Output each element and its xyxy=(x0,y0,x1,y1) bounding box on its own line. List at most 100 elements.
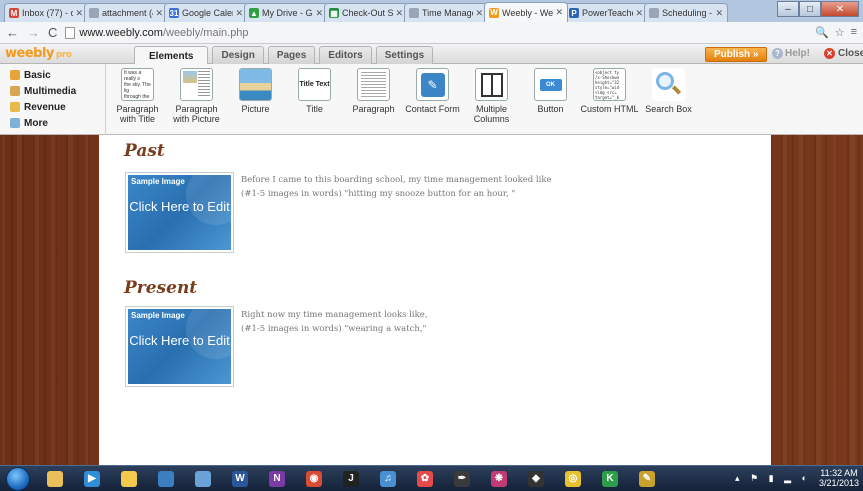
document-icon xyxy=(649,8,659,18)
tab-design[interactable]: Design xyxy=(212,46,264,64)
taskbar-app[interactable]: N xyxy=(260,468,294,490)
powerteacher-icon: P xyxy=(569,8,579,18)
tab-close-icon[interactable]: ✕ xyxy=(635,8,643,19)
itunes-icon: ♫ xyxy=(380,470,396,487)
tab-close-icon[interactable]: ✕ xyxy=(475,8,483,19)
element-button[interactable]: OK Button xyxy=(521,68,580,124)
taskbar-app[interactable]: ◉ xyxy=(297,468,331,490)
browser-tab[interactable]: ▦Check-Out She✕ xyxy=(324,3,408,22)
taskbar-app[interactable]: ✿ xyxy=(408,468,442,490)
tab-close-icon[interactable]: ✕ xyxy=(315,8,323,19)
paragraph-present[interactable]: Right now my time management looks like,… xyxy=(241,308,621,336)
tab-close-icon[interactable]: ✕ xyxy=(555,7,563,18)
paragraph-picture-icon xyxy=(180,68,213,101)
paragraph-icon xyxy=(357,68,390,101)
tab-close-icon[interactable]: ✕ xyxy=(155,8,163,19)
sample-image-past[interactable]: Sample Image Click Here to Edit xyxy=(125,172,234,253)
tab-close-icon[interactable]: ✕ xyxy=(75,8,83,19)
section-heading-past[interactable]: Past xyxy=(124,141,165,161)
pattern-icon: ❋ xyxy=(491,470,507,487)
back-icon[interactable]: ← xyxy=(6,25,19,40)
browser-tab[interactable]: 31Google Calend✕ xyxy=(164,3,248,22)
taskbar-app[interactable]: J xyxy=(334,468,368,490)
browser-tab[interactable]: ▲My Drive - Goo✕ xyxy=(244,3,328,22)
menu-icon[interactable]: ≡ xyxy=(851,26,857,39)
browser-tab[interactable]: MInbox (77) - cc✕ xyxy=(4,3,88,22)
taskbar-app[interactable]: ◆ xyxy=(519,468,553,490)
browser-tab[interactable]: PPowerTeacher✕ xyxy=(564,3,648,22)
category-revenue[interactable]: Revenue xyxy=(0,99,105,115)
element-label: Search Box xyxy=(645,104,692,114)
element-title[interactable]: Title Text Title xyxy=(285,68,344,124)
drive-icon: ▲ xyxy=(249,8,259,18)
url-host: www.weebly.com xyxy=(79,26,163,39)
close-editor-link[interactable]: ✕ Close xyxy=(824,48,863,59)
taskbar-app[interactable]: ▶ xyxy=(75,468,109,490)
category-more[interactable]: More xyxy=(0,115,105,131)
element-custom-html[interactable]: <object ty /x-Shockwa height="32 style="… xyxy=(580,68,639,124)
picture-icon xyxy=(239,68,272,101)
taskbar-app[interactable]: ◎ xyxy=(556,468,590,490)
element-paragraph-with-picture[interactable]: Paragraph with Picture xyxy=(167,68,226,124)
clock[interactable]: 11:32 AM 3/21/2013 xyxy=(819,468,859,488)
system-tray: ▴ ⚑ ▮ ▂ ◐ 11:32 AM 3/21/2013 xyxy=(735,468,859,488)
element-search-box[interactable]: Search Box xyxy=(639,68,698,124)
taskbar-app[interactable] xyxy=(38,468,72,490)
tab-editors[interactable]: Editors xyxy=(319,46,372,64)
category-basic[interactable]: Basic xyxy=(0,67,105,83)
taskbar-app[interactable] xyxy=(112,468,146,490)
address-bar[interactable]: www.weebly.com/weebly/main.php xyxy=(79,27,815,39)
word-icon: W xyxy=(232,470,248,487)
element-label: Contact Form xyxy=(405,104,460,114)
category-icon xyxy=(10,70,20,80)
publish-button[interactable]: Publish » xyxy=(705,47,768,62)
taskbar-app[interactable]: ✒ xyxy=(445,468,479,490)
tab-pages[interactable]: Pages xyxy=(267,46,316,64)
browser-tab[interactable]: Scheduling - I ✕ xyxy=(644,3,728,22)
element-label: Paragraph with Title xyxy=(116,104,159,124)
paint-icon xyxy=(195,470,211,487)
bookmark-star-icon[interactable]: ☆ xyxy=(835,26,845,39)
windows-taskbar: ▶ W N ◉ J ♫ ✿ ✒ ❋ ◆ ◎ K ✎ ▴ ⚑ ▮ ▂ ◐ 11:32 AM 3/21/20… xyxy=(0,465,863,491)
tab-close-icon[interactable]: ✕ xyxy=(235,8,243,19)
taskbar-app[interactable] xyxy=(149,468,183,490)
tab-close-icon[interactable]: ✕ xyxy=(395,8,403,19)
tab-close-icon[interactable]: ✕ xyxy=(715,8,723,19)
taskbar-app[interactable] xyxy=(186,468,220,490)
tray-icons[interactable]: ▴ ⚑ ▮ ▂ ◐ xyxy=(735,473,811,484)
thumb-detail xyxy=(483,74,493,95)
thumb-detail: Title Text xyxy=(299,81,330,88)
sample-image-title: Sample Image xyxy=(131,311,185,320)
taskbar-app[interactable]: K xyxy=(593,468,627,490)
tab-settings[interactable]: Settings xyxy=(375,46,434,64)
document-icon xyxy=(409,8,419,18)
element-picture[interactable]: Picture xyxy=(226,68,285,124)
tab-elements[interactable]: Elements xyxy=(134,46,209,65)
browser-tab-label: Google Calend xyxy=(182,8,233,18)
element-paragraph-with-title[interactable]: Title TextIt was a really sthe sky. The … xyxy=(108,68,167,124)
forward-icon[interactable]: → xyxy=(27,25,40,40)
url-path: /weebly/main.php xyxy=(162,26,249,39)
close-window-button[interactable]: ✕ xyxy=(821,1,859,17)
taskbar-app[interactable]: ♫ xyxy=(371,468,405,490)
maximize-button[interactable]: □ xyxy=(799,1,821,17)
paragraph-past[interactable]: Before I came to this boarding school, m… xyxy=(241,173,621,201)
help-link[interactable]: ? Help! xyxy=(772,48,810,59)
zoom-icon[interactable]: 🔍 xyxy=(815,26,829,39)
browser-tab[interactable]: attachment (4 ✕ xyxy=(84,3,168,22)
reload-icon[interactable]: C xyxy=(48,25,57,40)
page-canvas: Past Sample Image Click Here to Edit Bef… xyxy=(99,135,771,465)
element-paragraph[interactable]: Paragraph xyxy=(344,68,403,124)
sample-image-present[interactable]: Sample Image Click Here to Edit xyxy=(125,306,234,387)
section-heading-present[interactable]: Present xyxy=(124,278,197,298)
element-contact-form[interactable]: ✎ Contact Form xyxy=(403,68,462,124)
minimize-button[interactable]: – xyxy=(777,1,799,17)
taskbar-app[interactable]: ❋ xyxy=(482,468,516,490)
category-multimedia[interactable]: Multimedia xyxy=(0,83,105,99)
element-multiple-columns[interactable]: Multiple Columns xyxy=(462,68,521,124)
start-button[interactable] xyxy=(6,466,30,491)
browser-tab[interactable]: Time Manage ✕ xyxy=(404,3,488,22)
taskbar-app[interactable]: ✎ xyxy=(630,468,664,490)
taskbar-app[interactable]: W xyxy=(223,468,257,490)
browser-tab[interactable]: W Weebly - Web ✕ xyxy=(484,2,568,22)
